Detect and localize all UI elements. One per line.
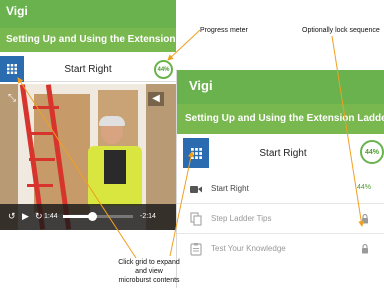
- list-item-start-right[interactable]: Start Right 44%: [177, 174, 384, 204]
- progress-meter: 44%: [154, 60, 173, 79]
- annotation-lock-sequence: Optionally lock sequence: [302, 27, 380, 34]
- lock-icon: [362, 244, 368, 254]
- volume-icon[interactable]: ◀: [148, 92, 164, 106]
- annotation-progress-meter: Progress meter: [200, 27, 248, 34]
- scrubber-handle[interactable]: [88, 212, 98, 221]
- page-title: Setting Up and Using the Extension Ladde…: [6, 34, 176, 45]
- vigi-logo: Vigi: [6, 4, 28, 18]
- item-label: Step Ladder Tips: [211, 214, 272, 223]
- microburst-nav: Start Right 44%: [177, 138, 384, 168]
- remaining-time: -2:14: [140, 213, 156, 220]
- grid-icon: [190, 147, 202, 159]
- grid-button[interactable]: [0, 56, 24, 82]
- annotation-grid-note: Click grid to expand and view microburst…: [118, 259, 180, 284]
- video-camera-icon: [190, 186, 202, 193]
- brand-bar: Vigi: [177, 70, 384, 104]
- grid-icon: [7, 64, 17, 74]
- fullscreen-icon[interactable]: ⤡: [4, 92, 20, 106]
- rewind-icon[interactable]: ↺: [8, 211, 16, 222]
- item-progress: 44%: [356, 184, 371, 191]
- list-item-step-ladder-tips[interactable]: Step Ladder Tips: [177, 204, 384, 234]
- current-time: 1:44: [44, 213, 58, 220]
- title-bar: Setting Up and Using the Extension Ladde…: [0, 28, 176, 52]
- right-phone-screen: Vigi Setting Up and Using the Extension …: [176, 70, 384, 288]
- item-label: Start Right: [211, 184, 249, 193]
- vigi-logo: Vigi: [189, 78, 213, 93]
- progress-meter: 44%: [360, 140, 384, 164]
- title-bar: Setting Up and Using the Extension Ladde…: [177, 104, 384, 134]
- page-title: Setting Up and Using the Extension Ladde…: [185, 113, 384, 124]
- forward-icon[interactable]: ↻: [35, 211, 43, 222]
- video-player[interactable]: ⤡ ◀ ↺ ▶ ↻ 1:44 -2:14: [0, 84, 176, 230]
- video-scrubber[interactable]: [63, 212, 133, 221]
- brand-bar: Vigi: [0, 0, 176, 28]
- left-phone-screen: Vigi Setting Up and Using the Extension …: [0, 0, 176, 230]
- lock-icon: [362, 214, 368, 224]
- clipboard-icon: [190, 243, 202, 256]
- video-controls: ↺ ▶ ↻ 1:44 -2:14: [0, 204, 176, 230]
- item-label: Test Your Knowledge: [211, 244, 286, 253]
- nav-title: Start Right: [64, 64, 112, 75]
- play-icon[interactable]: ▶: [22, 211, 29, 222]
- grid-button[interactable]: [183, 138, 209, 168]
- list-item-test-your-knowledge[interactable]: Test Your Knowledge: [177, 234, 384, 264]
- nav-title: Start Right: [259, 148, 307, 159]
- copy-icon: [190, 212, 202, 226]
- microburst-nav: Start Right 44%: [0, 56, 176, 82]
